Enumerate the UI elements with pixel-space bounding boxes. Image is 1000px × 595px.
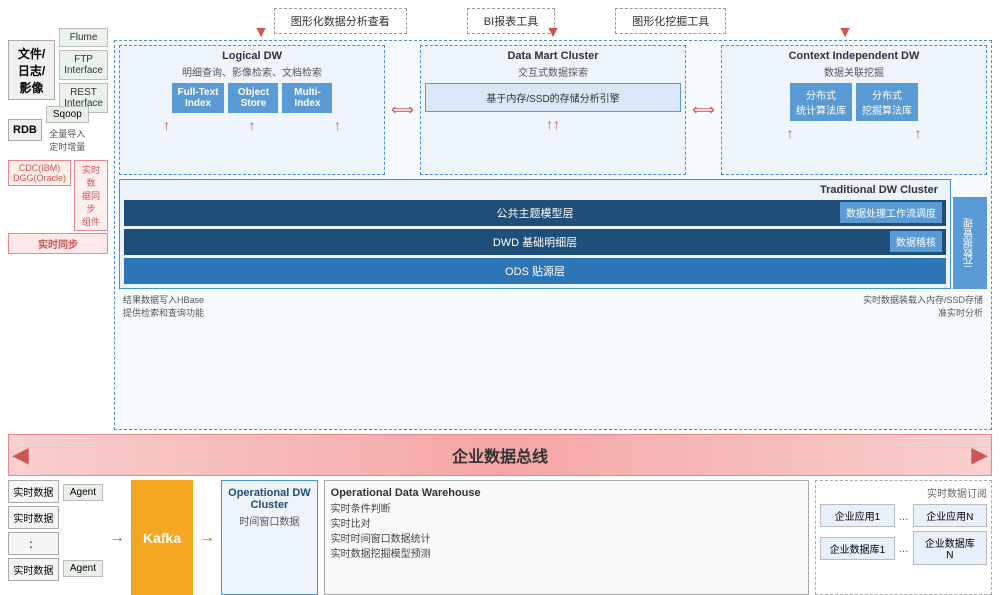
audit-badge: 数据稽核 [890,231,942,252]
public-theme-layer: 公共主题模型层 数据处理工作流调度 [124,200,946,226]
left-note: 结果数据写入HBase 提供检索和查询功能 [123,293,204,319]
logical-dw: Logical DW 明细查询、影像检索、文档检索 Full-TextIndex… [119,45,385,175]
lr-arrow: ⟺ [391,45,414,175]
notes-row: 结果数据写入HBase 提供检索和查询功能 实时数据装载入内存/SSD存储 准实… [119,293,987,319]
enterprise-app-n: 企业应用N [913,504,987,527]
realtime-data-3: 实时数据 [8,558,59,581]
audit-badge-wrapper: 数据稽核 [890,231,942,252]
mining-algo-box: 分布式挖掘算法库 [856,83,918,121]
ftp-interface-box: FTPInterface [59,50,108,80]
subscription-title: 实时数据订阅 [820,485,987,500]
op-dw-subtitle: 时间窗口数据 [228,513,311,528]
content-area: 文件/日志/影像 Flume FTPInterface RESTInterfac… [8,40,992,430]
realtime-data-1: 实时数据 [8,480,59,503]
right-note: 实时数据装载入内存/SSD存储 准实时分析 [863,293,983,319]
operational-dw-info: Operational Data Warehouse 实时条件判断 实时比对 实… [324,480,810,595]
right-badges: 数据处理工作流调度 [840,202,942,223]
agent-list: Agent Agent [63,480,103,581]
op-dw-title: Operational DWCluster [228,487,311,511]
bus-arrow-left: ◀ [13,443,28,468]
realtime-data-ellipsis: ： [8,532,59,555]
dw-layers: 公共主题模型层 数据处理工作流调度 DWD 基础明细层 数据稽核 [124,200,946,284]
enterprise-db-n: 企业数据库N [913,531,987,565]
left-side: 文件/日志/影像 Flume FTPInterface RESTInterfac… [8,40,108,430]
kafka-box: Kafka [131,480,193,595]
full-import-label: 全量导入定时增量 [46,127,89,153]
traditional-dw-wrapper: Traditional DW Cluster 公共主题模型层 数据处理工作流调度… [119,179,987,289]
realtime-sync-label: 实时同步 [8,233,108,254]
object-store-box: ObjectStore [228,83,278,113]
bottom-left-sources: 实时数据 实时数据 ： 实时数据 Agent Agent [8,480,103,595]
ods-layer: ODS 贴源层 [124,258,946,284]
logical-dw-subtitle: 明细查询、影像检索、文档检索 [124,64,380,79]
top-dw-row: Logical DW 明细查询、影像检索、文档检索 Full-TextIndex… [119,45,987,175]
ssd-storage-box: 基于内存/SSD的存储分析引擎 [425,83,681,112]
realtime-data-list: 实时数据 实时数据 ： 实时数据 [8,480,59,581]
file-log-image-source: 文件/日志/影像 [8,40,55,100]
app-ellipsis: ... [899,509,909,523]
arrow-to-opdw: → [199,480,215,595]
enterprise-apps-row: 企业应用1 ... 企业应用N [820,504,987,527]
data-mart-subtitle: 交互式数据探索 [425,64,681,79]
flume-box: Flume [59,28,108,47]
op-dw-info-title: Operational Data Warehouse [331,487,803,499]
index-boxes: Full-TextIndex ObjectStore Multi-Index [124,83,380,113]
db-ellipsis: ... [899,541,909,555]
meta-management-box: 元数据管理 [953,197,987,289]
enterprise-bus: ◀ 企业数据总线 ▶ [8,434,992,476]
main-container: 图形化数据分析查看 BI报表工具 图形化挖掘工具 文件/日志/影像 Flume … [0,0,1000,505]
bottom-section: 实时数据 实时数据 ： 实时数据 Agent Agent → Kafka → O… [8,480,992,595]
sqoop-box: Sqoop [46,106,89,123]
lr-arrow2: ⟺ [692,45,715,175]
data-mart-title: Data Mart Cluster [425,50,681,62]
workflow-badge: 数据处理工作流调度 [840,202,942,223]
rdb-box: RDB [8,119,42,141]
cdc-box: CDC(IBM)DGG(Oracle) [8,160,71,186]
op-dw-info-items: 实时条件判断 实时比对 实时时间窗口数据统计 实时数据挖掘模型预测 [331,502,803,562]
agent-box-1: Agent [63,484,103,501]
realtime-data-2: 实时数据 [8,506,59,529]
algo-boxes: 分布式统计算法库 分布式挖掘算法库 [726,83,982,121]
traditional-dw: Traditional DW Cluster 公共主题模型层 数据处理工作流调度… [119,179,951,289]
data-mart-arrows: ↑↑ [425,116,681,132]
context-dw: Context Independent DW 数据关联挖掘 分布式统计算法库 分… [721,45,987,175]
logical-dw-arrows: ↑↑↑ [124,117,380,133]
top-arrows: ▼ ▼ ▼ [115,24,991,42]
operational-dw-cluster: Operational DWCluster 时间窗口数据 [221,480,318,595]
context-dw-arrows: ↑↑ [726,125,982,141]
logical-dw-title: Logical DW [124,50,380,62]
bottom-right-subscriptions: 实时数据订阅 企业应用1 ... 企业应用N 企业数据库1 ... 企业数据库N [815,480,992,595]
enterprise-app-1: 企业应用1 [820,504,894,527]
arrow-to-kafka: → [109,480,125,595]
context-dw-title: Context Independent DW [726,50,982,62]
data-mart-cluster: Data Mart Cluster 交互式数据探索 基于内存/SSD的存储分析引… [420,45,686,175]
stat-algo-box: 分布式统计算法库 [790,83,852,121]
agent-box-2: Agent [63,560,103,577]
context-dw-subtitle: 数据关联挖掘 [726,64,982,79]
dwd-layer: DWD 基础明细层 数据稽核 [124,229,946,255]
full-text-index-box: Full-TextIndex [172,83,225,113]
bus-arrow-right: ▶ [972,443,987,468]
enterprise-dbs-row: 企业数据库1 ... 企业数据库N [820,531,987,565]
dw-main-area: ▼ ▼ ▼ Logical DW 明细查询、影像检索、文档检索 Full-Tex… [114,40,992,430]
multi-index-box: Multi-Index [282,83,332,113]
enterprise-db-1: 企业数据库1 [820,537,894,560]
realtime-sync-box: 实时数据同步组件 [74,160,108,231]
traditional-dw-title: Traditional DW Cluster [124,184,946,196]
